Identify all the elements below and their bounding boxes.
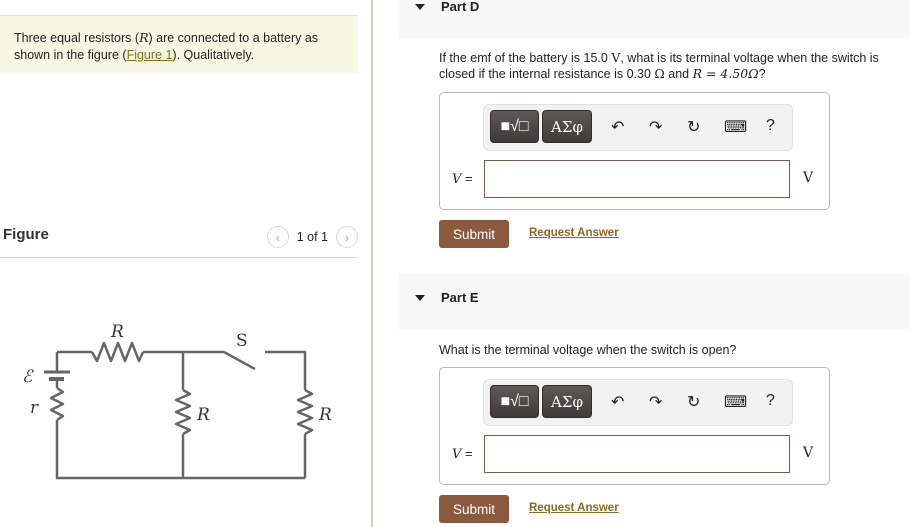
internal-resistor xyxy=(49,386,65,422)
part-e-answer-box: ■√□ ΑΣφ ↶ ↷ ↻ ⌨ ? V = V xyxy=(439,367,830,485)
templates-button[interactable]: ■√□ xyxy=(490,385,539,418)
question-math: V xyxy=(611,50,621,65)
keyboard-icon[interactable]: ⌨ xyxy=(724,117,747,137)
part-e-title: Part E xyxy=(441,290,479,305)
reset-icon[interactable]: ↻ xyxy=(687,392,700,412)
chevron-right-icon: › xyxy=(344,229,350,245)
part-e-header[interactable]: Part E xyxy=(399,274,910,330)
question-text: ? xyxy=(758,67,766,81)
intro-text: ). Qualitatively. xyxy=(172,48,255,62)
equals-sign: = xyxy=(465,446,473,461)
question-text: and xyxy=(664,67,693,81)
question-math: R = 4.50Ω xyxy=(692,66,759,81)
next-figure-button[interactable]: › xyxy=(336,226,358,248)
question-math: Ω xyxy=(654,66,665,81)
part-d-title: Part D xyxy=(441,0,480,14)
redo-icon[interactable]: ↷ xyxy=(649,117,662,137)
part-d-header[interactable]: Part D xyxy=(399,0,910,38)
equals-sign: = xyxy=(465,171,473,186)
unit-label: V xyxy=(803,445,814,461)
middle-resistor-label: R xyxy=(196,405,210,425)
part-d-submit-button[interactable]: Submit xyxy=(439,220,509,248)
question-text: What is the terminal voltage when the sw… xyxy=(439,343,737,357)
part-d-question: If the emf of the battery is 15.0 V, wha… xyxy=(439,50,909,82)
figure-title: Figure xyxy=(3,226,49,243)
part-d-request-answer-link[interactable]: Request Answer xyxy=(529,227,619,239)
top-resistor xyxy=(90,341,145,363)
templates-icon: ■√□ xyxy=(500,117,529,135)
variable-name: V xyxy=(452,447,462,462)
figure-header: Figure ‹ 1 of 1 › xyxy=(0,222,358,258)
prev-figure-button[interactable]: ‹ xyxy=(266,226,289,248)
math-toolbar: ■√□ ΑΣφ ↶ ↷ ↻ ⌨ ? xyxy=(483,379,793,426)
chevron-left-icon: ‹ xyxy=(275,229,280,245)
internal-resistance-label: r xyxy=(30,398,39,418)
part-e-question: What is the terminal voltage when the sw… xyxy=(439,342,909,358)
reset-icon[interactable]: ↻ xyxy=(687,117,700,137)
part-e-answer-input[interactable] xyxy=(484,435,790,473)
figure-pager: ‹ 1 of 1 › xyxy=(266,226,358,248)
middle-resistor xyxy=(174,388,192,436)
greek-symbols-icon: ΑΣφ xyxy=(551,392,583,411)
part-d-answer-input[interactable] xyxy=(484,160,790,198)
top-resistor-label: R xyxy=(110,322,124,342)
math-toolbar: ■√□ ΑΣφ ↶ ↷ ↻ ⌨ ? xyxy=(483,104,793,151)
variable-name: V xyxy=(452,172,462,187)
collapse-caret-icon[interactable] xyxy=(415,4,425,10)
undo-icon[interactable]: ↶ xyxy=(611,392,624,412)
question-text: If the emf of the battery is 15.0 xyxy=(439,51,612,65)
unit-label: V xyxy=(803,170,814,186)
templates-icon: ■√□ xyxy=(500,392,529,410)
part-d-answer-box: ■√□ ΑΣφ ↶ ↷ ↻ ⌨ ? V = V xyxy=(439,92,830,210)
variable-label: V = xyxy=(452,446,473,462)
variable-label: V = xyxy=(452,171,473,187)
symbols-button[interactable]: ΑΣφ xyxy=(542,110,592,143)
part-e-request-answer-link[interactable]: Request Answer xyxy=(529,502,619,514)
figure-link[interactable]: Figure 1 xyxy=(127,48,173,62)
templates-button[interactable]: ■√□ xyxy=(490,110,539,143)
undo-icon[interactable]: ↶ xyxy=(611,117,624,137)
right-resistor xyxy=(296,388,314,436)
part-e-submit-button[interactable]: Submit xyxy=(439,495,509,523)
pager-text: 1 of 1 xyxy=(296,230,328,244)
switch-blade xyxy=(223,350,256,371)
help-icon[interactable]: ? xyxy=(766,392,775,410)
right-resistor-label: R xyxy=(318,405,332,425)
intro-text: Three equal resistors ( xyxy=(14,31,140,45)
switch-label: S xyxy=(236,331,248,351)
wire xyxy=(265,350,307,390)
redo-icon[interactable]: ↷ xyxy=(649,392,662,412)
problem-intro: Three equal resistors (R) are connected … xyxy=(0,15,358,73)
left-panel: Three equal resistors (R) are connected … xyxy=(0,0,372,527)
wire xyxy=(55,420,305,480)
keyboard-icon[interactable]: ⌨ xyxy=(724,392,747,412)
emf-label: ℰ xyxy=(22,367,34,387)
help-icon[interactable]: ? xyxy=(766,117,775,135)
circuit-diagram: R S ℰ r R R xyxy=(22,322,332,480)
collapse-caret-icon[interactable] xyxy=(415,295,425,301)
right-panel: Part D If the emf of the battery is 15.0… xyxy=(373,0,910,527)
greek-symbols-icon: ΑΣφ xyxy=(551,117,583,136)
symbols-button[interactable]: ΑΣφ xyxy=(542,385,592,418)
